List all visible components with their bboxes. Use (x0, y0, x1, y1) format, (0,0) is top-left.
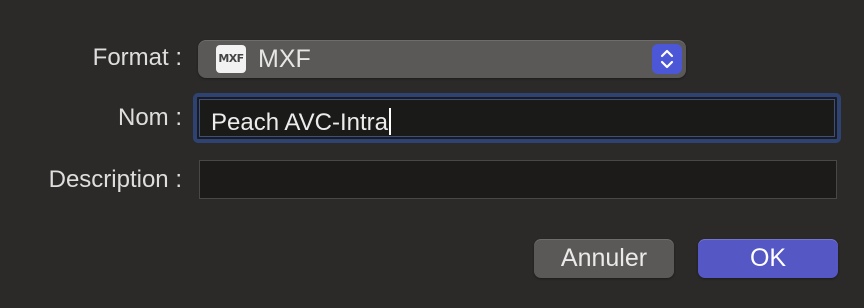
text-caret (388, 108, 391, 135)
export-settings-dialog: Format : MXF MXF Nom : Peach AVC-Intra D… (0, 0, 864, 308)
format-label: Format : (92, 44, 182, 71)
format-popup-button[interactable]: MXF MXF (198, 40, 686, 78)
name-field-value: Peach AVC-Intra (211, 109, 388, 136)
description-label: Description : (48, 166, 182, 193)
cancel-button[interactable]: Annuler (534, 239, 674, 278)
mxf-icon-text: MXF (218, 52, 244, 65)
name-label: Nom : (117, 104, 182, 131)
up-down-chevrons-icon[interactable] (652, 44, 682, 74)
description-field[interactable] (199, 160, 837, 199)
name-field-text[interactable]: Peach AVC-Intra (211, 108, 391, 137)
name-field[interactable]: Peach AVC-Intra (193, 93, 841, 143)
mxf-file-icon: MXF (216, 45, 246, 73)
name-field-inner[interactable]: Peach AVC-Intra (199, 99, 835, 137)
ok-button[interactable]: OK (698, 239, 838, 278)
format-selected-value: MXF (258, 45, 311, 73)
